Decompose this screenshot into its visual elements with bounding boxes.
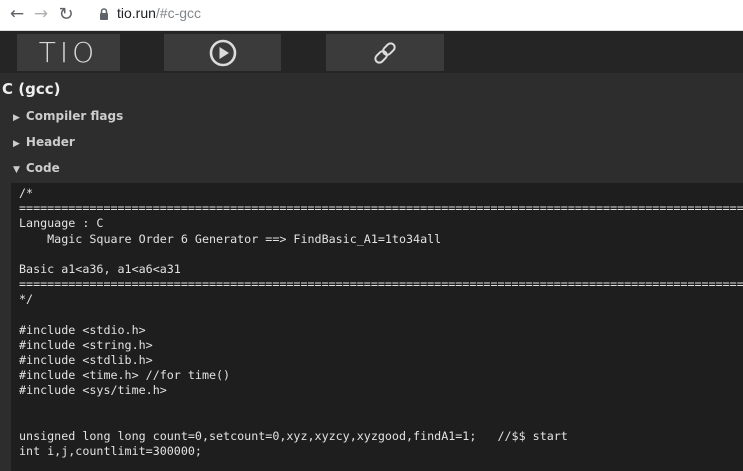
code-line: #include <time.h> //for time() (19, 368, 231, 383)
code-line: /* (19, 186, 34, 200)
arrow-right-icon: → (33, 4, 49, 24)
url-host: tio.run (117, 5, 156, 21)
code-line: #include <string.h> (19, 337, 153, 352)
language-title: C (gcc) (2, 80, 61, 98)
code-line: Language : C (19, 216, 104, 231)
header-toggle[interactable]: ▶ Header (13, 135, 75, 149)
reload-button[interactable]: ↻ (55, 3, 77, 25)
code-line: ========================================… (19, 201, 743, 216)
chain-link-icon (374, 41, 396, 64)
lock-icon[interactable] (97, 7, 111, 21)
code-line: */ (19, 292, 34, 307)
browser-toolbar: ← → ↻ tio.run/#c-gcc (0, 0, 743, 31)
play-circle-icon (209, 39, 236, 66)
code-line: Basic a1<a36, a1<a6<a31 (19, 261, 181, 276)
reload-icon: ↻ (58, 3, 74, 25)
code-line: int i,j,countlimit=300000; (19, 444, 202, 459)
arrow-left-icon: ← (9, 4, 25, 24)
url-path: /#c-gcc (155, 5, 202, 21)
run-button[interactable] (164, 34, 281, 71)
tio-logo: TIO (38, 36, 99, 69)
tio-logo-button[interactable]: TIO (17, 34, 120, 71)
code-line: unsigned long long count=0,setcount=0,xy… (19, 429, 568, 443)
code-line: #include <sys/time.h> (19, 383, 167, 398)
compiler-flags-toggle[interactable]: ▶ Compiler flags (13, 109, 123, 123)
tio-toolbar: TIO (0, 31, 743, 73)
code-label: Code (25, 161, 60, 175)
expanded-arrow-icon: ▼ (13, 165, 20, 175)
address-bar[interactable]: tio.run/#c-gcc (117, 5, 201, 21)
code-text[interactable]: /* ======================================… (11, 183, 743, 459)
code-editor[interactable]: /* ======================================… (11, 183, 743, 471)
compiler-flags-label: Compiler flags (25, 109, 124, 123)
collapsed-arrow-icon: ▶ (13, 113, 20, 123)
code-toggle[interactable]: ▼ Code (13, 161, 60, 175)
collapsed-arrow-icon: ▶ (13, 139, 20, 149)
forward-button[interactable]: → (30, 3, 52, 25)
code-line: ========================================… (19, 277, 743, 292)
permalink-button[interactable] (326, 34, 444, 71)
code-line: #include <stdlib.h> (19, 353, 153, 368)
code-line: #include <stdio.h> (19, 322, 146, 337)
back-button[interactable]: ← (6, 3, 28, 25)
code-line: Magic Square Order 6 Generator ==> FindB… (19, 231, 442, 246)
header-label: Header (25, 135, 75, 149)
